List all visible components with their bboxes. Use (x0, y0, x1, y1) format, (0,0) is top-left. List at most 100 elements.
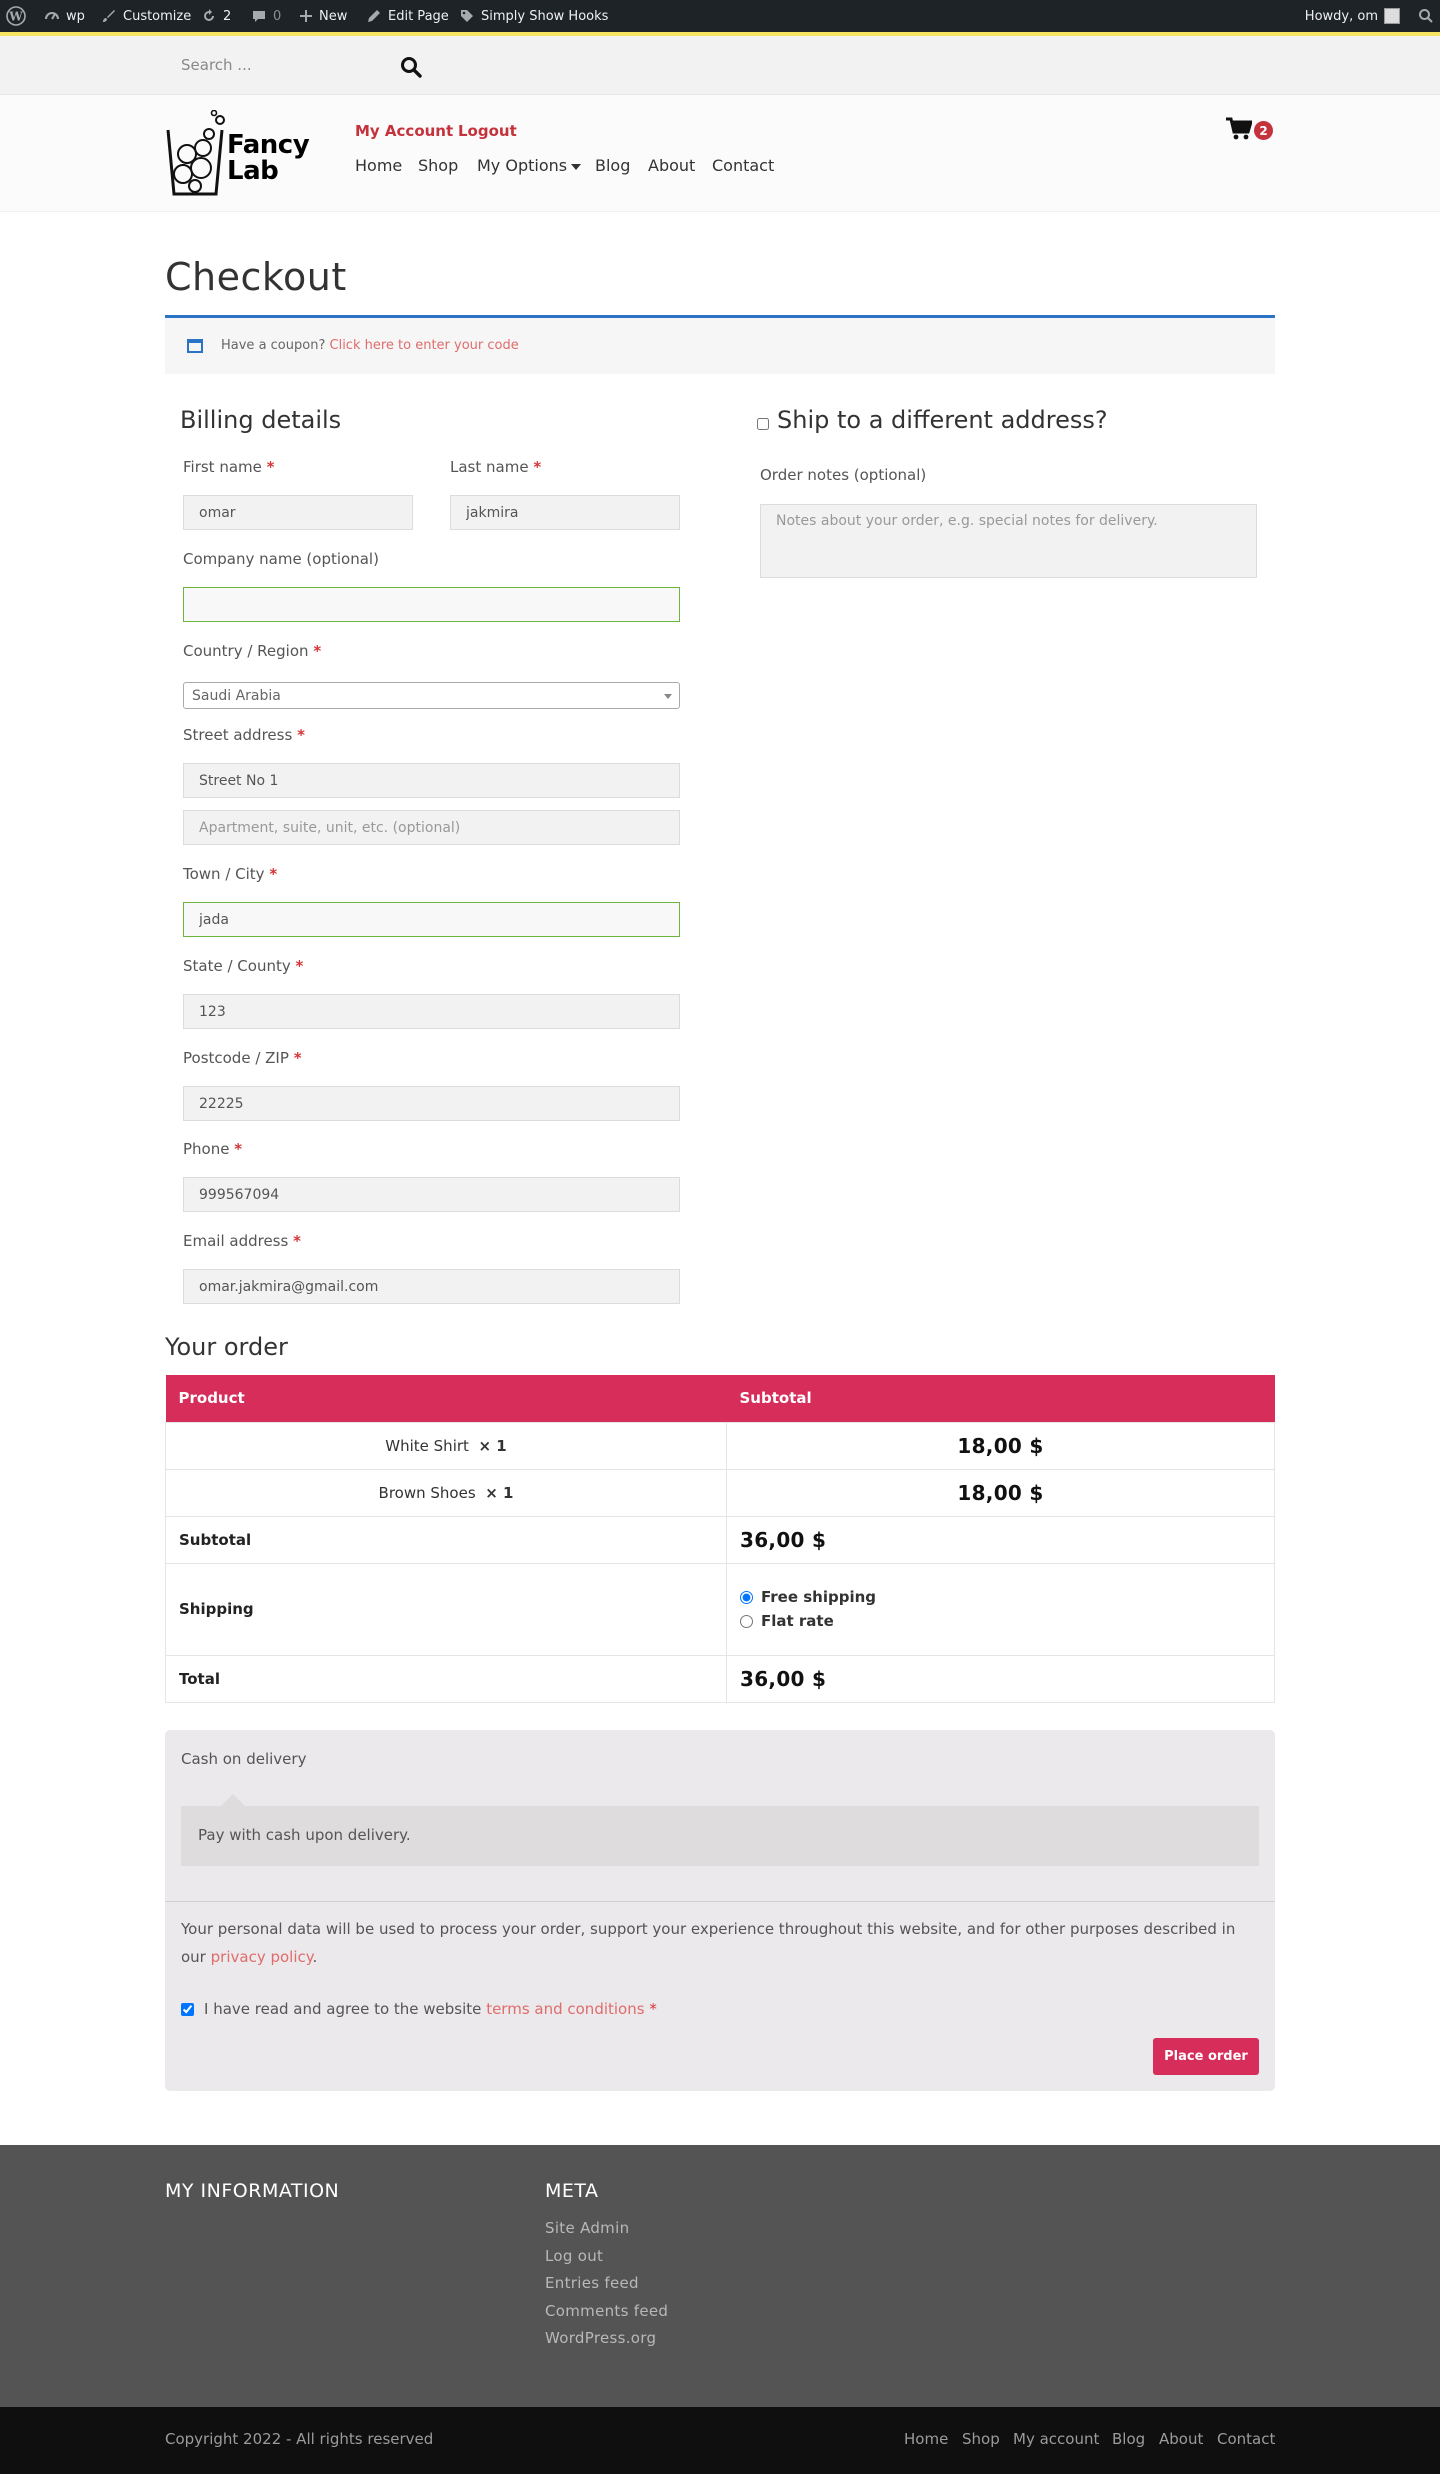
order-review-table: Product Subtotal White Shirt × 1 18,00 $… (165, 1375, 1275, 1703)
line-subtotal: 18,00 $ (726, 1421, 1275, 1470)
meta-link-site-admin[interactable]: Site Admin (545, 2219, 629, 2237)
postcode-input[interactable] (183, 1086, 680, 1121)
footer-nav-shop[interactable]: Shop (962, 2430, 1000, 2448)
copyright: Copyright 2022 - All rights reserved (165, 2430, 434, 2448)
order-notes-label: Order notes (optional) (760, 466, 927, 484)
calendar-icon (187, 339, 203, 353)
my-information-heading: MY INFORMATION (165, 2180, 340, 2202)
privacy-notice: Your personal data will be used to proce… (181, 1920, 1236, 1966)
flat-rate-option[interactable]: Flat rate (740, 1612, 1261, 1630)
footer-nav-blog[interactable]: Blog (1112, 2430, 1145, 2448)
first-name-input[interactable] (183, 495, 413, 530)
new-menu[interactable]: New (299, 0, 347, 32)
coupon-notice: Have a coupon? Click here to enter your … (165, 315, 1275, 374)
ship-different-checkbox[interactable] (757, 418, 769, 430)
pencil-icon (368, 10, 380, 22)
payment-box: Cash on delivery Pay with cash upon deli… (165, 1730, 1275, 2091)
street-address-1-input[interactable] (183, 763, 680, 798)
subtotal-row: Subtotal 36,00 $ (165, 1515, 1275, 1564)
shipping-options: Free shipping Flat rate (726, 1562, 1275, 1656)
meta-link-entries-feed[interactable]: Entries feed (545, 2274, 639, 2292)
total-label: Total (165, 1654, 727, 1703)
terms-link[interactable]: terms and conditions (486, 2000, 644, 2018)
street-label: Street address * (183, 726, 305, 744)
site-logo[interactable]: Fancy Lab (165, 109, 330, 198)
coupon-message: Have a coupon? Click here to enter your … (221, 338, 519, 353)
footer-nav-about[interactable]: About (1159, 2430, 1203, 2448)
cart-button[interactable]: 2 (1226, 117, 1278, 143)
terms-text: I have read and agree to the website ter… (204, 2000, 657, 2018)
payment-description: Pay with cash upon delivery. (181, 1806, 1259, 1866)
glass-logo-icon (166, 109, 225, 196)
updates-count: 2 (223, 8, 232, 24)
updates-menu[interactable]: 2 (201, 0, 231, 32)
postcode-label: Postcode / ZIP * (183, 1049, 302, 1067)
state-input[interactable] (183, 994, 680, 1029)
comments-count: 0 (273, 8, 282, 24)
new-label: New (319, 8, 348, 24)
free-shipping-radio[interactable] (740, 1590, 753, 1604)
plugin-label: Simply Show Hooks (481, 8, 609, 24)
footer-nav-home[interactable]: Home (904, 2430, 948, 2448)
city-input[interactable] (183, 902, 680, 937)
last-name-input[interactable] (450, 495, 680, 530)
search-icon[interactable] (396, 52, 426, 82)
city-label: Town / City * (183, 865, 278, 883)
admin-bar: W wp Customize 2 0 New Edit Page Simply … (0, 0, 1440, 32)
place-order-button[interactable]: Place order (1153, 2038, 1259, 2075)
search-input[interactable] (165, 49, 395, 81)
product-cell: White Shirt × 1 (165, 1421, 727, 1470)
cart-count-badge: 2 (1254, 121, 1273, 140)
terms-row[interactable]: I have read and agree to the website ter… (181, 2000, 657, 2018)
nav-shop[interactable]: Shop (418, 156, 458, 175)
my-account-link[interactable]: My Account (355, 122, 453, 140)
customize-menu[interactable]: Customize (101, 0, 191, 32)
shipping-label: Shipping (165, 1562, 727, 1656)
subtotal-label: Subtotal (165, 1515, 727, 1564)
dashboard-icon (45, 12, 59, 20)
wordpress-logo-icon[interactable]: W (6, 0, 26, 32)
nav-about[interactable]: About (648, 156, 695, 175)
total-row: Total 36,00 $ (165, 1654, 1275, 1703)
country-label: Country / Region * (183, 642, 322, 660)
country-select[interactable]: Saudi Arabia (183, 682, 680, 709)
company-label: Company name (optional) (183, 550, 379, 568)
edit-page-label: Edit Page (388, 8, 449, 24)
free-shipping-option[interactable]: Free shipping (740, 1588, 1261, 1606)
company-input[interactable] (183, 587, 680, 622)
footer-nav-contact[interactable]: Contact (1217, 2430, 1275, 2448)
col-subtotal: Subtotal (726, 1375, 1275, 1422)
admin-search-icon[interactable] (1418, 0, 1434, 32)
table-header-row: Product Subtotal (165, 1375, 1275, 1422)
footer-nav-my-account[interactable]: My account (1013, 2430, 1099, 2448)
flat-rate-radio[interactable] (740, 1614, 753, 1628)
nav-my-options[interactable]: My Options (477, 156, 582, 175)
meta-link-comments-feed[interactable]: Comments feed (545, 2302, 668, 2320)
brush-icon (103, 10, 115, 22)
account-menu[interactable]: Howdy, om (1305, 0, 1400, 32)
logout-link[interactable]: Logout (458, 122, 517, 140)
privacy-policy-link[interactable]: privacy policy (211, 1948, 313, 1966)
order-notes-textarea[interactable] (760, 504, 1257, 578)
chevron-down-icon (664, 694, 672, 699)
meta-link-log-out[interactable]: Log out (545, 2247, 603, 2265)
email-input[interactable] (183, 1269, 680, 1304)
ship-different-label[interactable]: Ship to a different address? (777, 406, 1108, 434)
terms-checkbox[interactable] (181, 2002, 194, 2016)
phone-input[interactable] (183, 1177, 680, 1212)
plugin-menu[interactable]: Simply Show Hooks (459, 0, 608, 32)
payment-method-label[interactable]: Cash on delivery (181, 1750, 306, 1768)
table-row: White Shirt × 1 18,00 $ (165, 1421, 1275, 1470)
nav-home[interactable]: Home (355, 156, 402, 175)
site-menu[interactable]: wp (44, 0, 85, 32)
nav-contact[interactable]: Contact (712, 156, 774, 175)
edit-page-menu[interactable]: Edit Page (366, 0, 449, 32)
street-address-2-input[interactable] (183, 810, 680, 845)
your-order-heading: Your order (165, 1333, 288, 1361)
comments-menu[interactable]: 0 (251, 0, 281, 32)
meta-link-wordpress-org[interactable]: WordPress.org (545, 2329, 656, 2347)
avatar (1384, 8, 1400, 24)
coupon-link[interactable]: Click here to enter your code (330, 338, 519, 353)
nav-blog[interactable]: Blog (595, 156, 630, 175)
cart-icon (1226, 117, 1254, 140)
